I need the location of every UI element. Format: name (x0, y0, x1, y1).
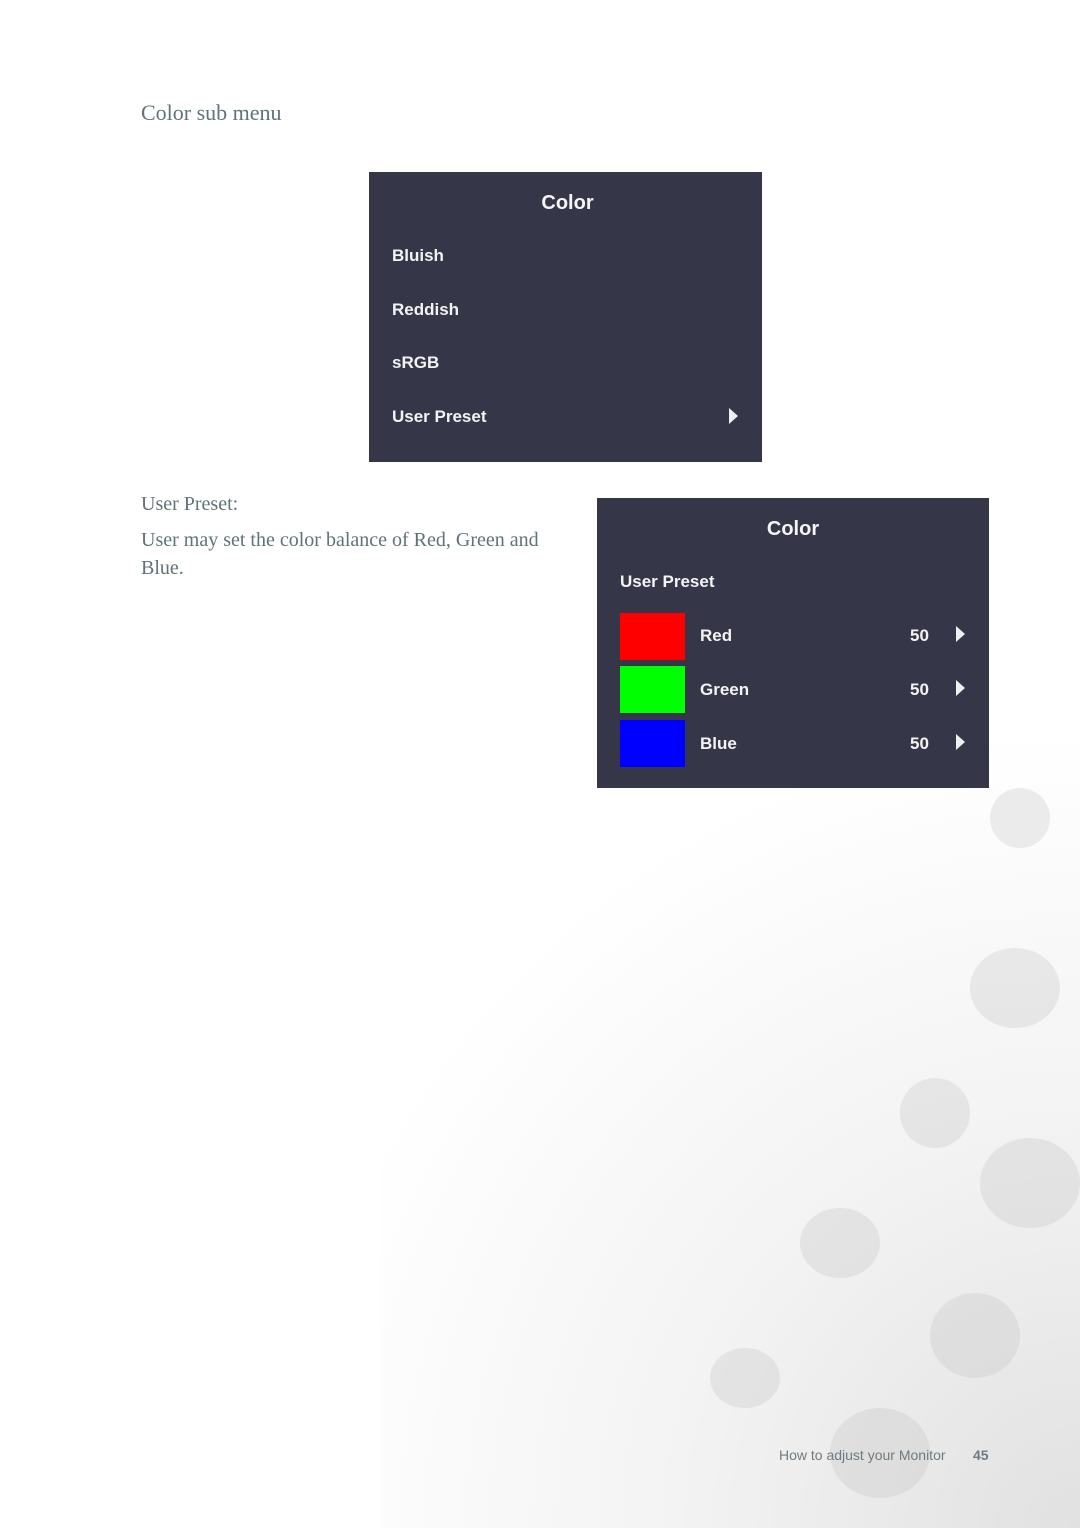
background-dot (970, 948, 1060, 1028)
page-number: 45 (973, 1447, 989, 1463)
channel-value-green: 50 (910, 680, 929, 699)
channel-label-blue[interactable]: Blue (700, 734, 737, 754)
background-dot (980, 1138, 1080, 1228)
osd-color-menu: Color Bluish Reddish sRGB User Preset (369, 172, 762, 462)
arrow-right-icon[interactable] (956, 626, 965, 642)
menu-item-user-preset[interactable]: User Preset (392, 407, 487, 427)
osd-user-preset: Color User Preset Red 50 Green 50 Blue 5… (597, 498, 989, 788)
footer-text: How to adjust your Monitor (779, 1447, 946, 1463)
arrow-right-icon[interactable] (956, 734, 965, 750)
description-text: User may set the color balance of Red, G… (141, 529, 539, 579)
channel-label-green[interactable]: Green (700, 680, 749, 700)
menu-item-srgb[interactable]: sRGB (392, 353, 439, 373)
blue-swatch (620, 720, 685, 767)
channel-value-blue: 50 (910, 734, 929, 753)
channel-value-red: 50 (910, 626, 929, 645)
osd-subtitle: User Preset (620, 572, 715, 591)
background-dot (710, 1348, 780, 1408)
menu-item-bluish[interactable]: Bluish (392, 246, 444, 266)
section-title: Color sub menu (141, 100, 282, 125)
arrow-right-icon[interactable] (956, 680, 965, 696)
green-swatch (620, 666, 685, 713)
description-heading: User Preset: (141, 493, 239, 515)
menu-item-reddish[interactable]: Reddish (392, 300, 459, 320)
osd-title: Color (766, 518, 820, 540)
channel-label-red[interactable]: Red (700, 626, 732, 646)
background-dot (900, 1078, 970, 1148)
background-dot (800, 1208, 880, 1278)
red-swatch (620, 613, 685, 660)
osd-title: Color (541, 192, 594, 214)
arrow-right-icon[interactable] (729, 408, 738, 424)
background-dot (930, 1293, 1020, 1378)
background-dot (990, 788, 1050, 848)
